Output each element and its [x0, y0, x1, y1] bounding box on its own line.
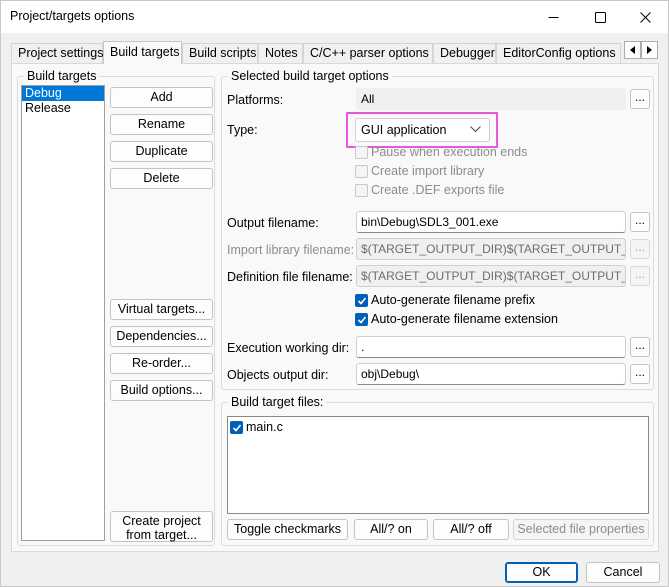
tab-debugger[interactable]: Debugger — [433, 43, 496, 63]
build-targets-group-label: Build targets — [24, 69, 100, 83]
maximize-icon — [594, 11, 606, 23]
close-button[interactable] — [622, 1, 668, 33]
title-bar[interactable]: Project/targets options — [1, 1, 668, 33]
checkbox-box — [355, 313, 368, 326]
create-import-library-label: Create import library — [371, 164, 485, 178]
create-import-library-checkbox[interactable]: Create import library — [355, 164, 555, 180]
tab-build-scripts[interactable]: Build scripts — [182, 43, 258, 63]
platforms-browse-button[interactable]: ... — [630, 89, 650, 109]
toggle-checkmarks-button[interactable]: Toggle checkmarks — [227, 519, 348, 540]
selected-options-group-label: Selected build target options — [228, 69, 392, 83]
build-targets-panel: Build targets Debug Release Add Rename D… — [11, 63, 659, 552]
ok-button[interactable]: OK — [505, 562, 578, 583]
output-filename-label: Output filename: — [227, 216, 319, 230]
dialog-window: Project/targets options Project settings… — [0, 0, 669, 587]
minimize-button[interactable] — [530, 1, 576, 33]
create-project-from-target-button[interactable]: Create project from target... — [110, 511, 213, 542]
checkmark-icon — [232, 424, 242, 432]
cancel-button[interactable]: Cancel — [586, 562, 660, 583]
build-options-button[interactable]: Build options... — [110, 380, 213, 401]
window-title: Project/targets options — [10, 9, 135, 23]
create-project-line2: from target... — [126, 528, 197, 542]
execution-working-dir-browse-button[interactable]: ... — [630, 337, 650, 357]
maximize-button[interactable] — [577, 1, 623, 33]
objects-output-dir-label: Objects output dir: — [227, 368, 329, 382]
objects-output-dir-input[interactable]: obj\Debug\ — [356, 363, 626, 385]
auto-generate-extension-label: Auto-generate filename extension — [371, 312, 558, 326]
tab-strip: Project settings Build targets Build scr… — [11, 41, 659, 64]
build-target-files-group: Build target files: main.c Toggle checkm… — [221, 395, 654, 546]
duplicate-button[interactable]: Duplicate — [110, 141, 213, 162]
all-off-button[interactable]: All/? off — [433, 519, 509, 540]
add-button[interactable]: Add — [110, 87, 213, 108]
minimize-icon — [548, 16, 558, 18]
auto-generate-extension-checkbox[interactable]: Auto-generate filename extension — [355, 312, 575, 328]
pause-when-execution-ends-label: Pause when execution ends — [371, 145, 528, 159]
checkbox-box — [355, 146, 368, 159]
tab-scroll-left-button[interactable] — [624, 41, 641, 59]
tab-build-targets[interactable]: Build targets — [103, 41, 182, 64]
build-targets-list[interactable]: Debug Release — [21, 85, 105, 541]
objects-output-dir-browse-button[interactable]: ... — [630, 364, 650, 384]
reorder-button[interactable]: Re-order... — [110, 353, 213, 374]
build-target-files-list[interactable]: main.c — [227, 416, 649, 514]
create-project-line1: Create project — [122, 514, 201, 528]
file-item-main-c[interactable]: main.c — [230, 420, 330, 436]
import-library-browse-button[interactable]: ... — [630, 239, 650, 259]
checkmark-icon — [357, 316, 367, 324]
build-targets-group: Build targets Debug Release Add Rename D… — [17, 69, 215, 546]
output-filename-input[interactable]: bin\Debug\SDL3_001.exe — [356, 211, 626, 233]
tab-project-settings[interactable]: Project settings — [11, 43, 103, 63]
triangle-right-icon — [646, 46, 652, 54]
list-item-debug[interactable]: Debug — [22, 86, 104, 101]
definition-file-filename-input[interactable]: $(TARGET_OUTPUT_DIR)$(TARGET_OUTPUT_BASE… — [356, 265, 626, 287]
dependencies-button[interactable]: Dependencies... — [110, 326, 213, 347]
definition-file-browse-button[interactable]: ... — [630, 266, 650, 286]
tab-notes[interactable]: Notes — [258, 43, 303, 63]
checkbox-box — [355, 184, 368, 197]
tab-cpp-parser-options[interactable]: C/C++ parser options — [303, 43, 433, 63]
type-dropdown[interactable]: GUI application — [355, 118, 490, 142]
definition-file-filename-label: Definition file filename: — [227, 270, 353, 284]
checkmark-icon — [357, 297, 367, 305]
build-target-files-group-label: Build target files: — [228, 395, 327, 409]
selected-options-group: Selected build target options Platforms:… — [221, 69, 654, 390]
create-def-exports-checkbox[interactable]: Create .DEF exports file — [355, 183, 555, 199]
all-on-button[interactable]: All/? on — [354, 519, 428, 540]
pause-when-execution-ends-checkbox[interactable]: Pause when execution ends — [355, 145, 555, 161]
selected-file-properties-button[interactable]: Selected file properties — [513, 519, 649, 540]
execution-working-dir-label: Execution working dir: — [227, 341, 350, 355]
triangle-left-icon — [629, 46, 635, 54]
delete-button[interactable]: Delete — [110, 168, 213, 189]
chevron-down-icon — [470, 126, 481, 133]
platforms-field[interactable]: All — [356, 88, 626, 110]
type-label: Type: — [227, 123, 258, 137]
tab-scroll-right-button[interactable] — [641, 41, 658, 59]
platforms-label: Platforms: — [227, 93, 284, 107]
type-dropdown-value: GUI application — [361, 123, 447, 137]
output-filename-browse-button[interactable]: ... — [630, 212, 650, 232]
import-library-filename-input[interactable]: $(TARGET_OUTPUT_DIR)$(TARGET_OUTPUT_BASE… — [356, 238, 626, 260]
rename-button[interactable]: Rename — [110, 114, 213, 135]
checkbox-box — [230, 421, 243, 434]
virtual-targets-button[interactable]: Virtual targets... — [110, 299, 213, 320]
auto-generate-prefix-label: Auto-generate filename prefix — [371, 293, 535, 307]
checkbox-box — [355, 165, 368, 178]
import-library-filename-label: Import library filename: — [227, 243, 355, 257]
list-item-release[interactable]: Release — [22, 101, 104, 116]
close-icon — [639, 11, 651, 23]
tab-scroll-arrows — [624, 41, 658, 59]
create-def-exports-label: Create .DEF exports file — [371, 183, 505, 197]
checkbox-box — [355, 294, 368, 307]
tab-editorconfig-options[interactable]: EditorConfig options — [496, 43, 621, 63]
file-item-label: main.c — [246, 420, 283, 434]
auto-generate-prefix-checkbox[interactable]: Auto-generate filename prefix — [355, 293, 575, 309]
execution-working-dir-input[interactable]: . — [356, 336, 626, 358]
